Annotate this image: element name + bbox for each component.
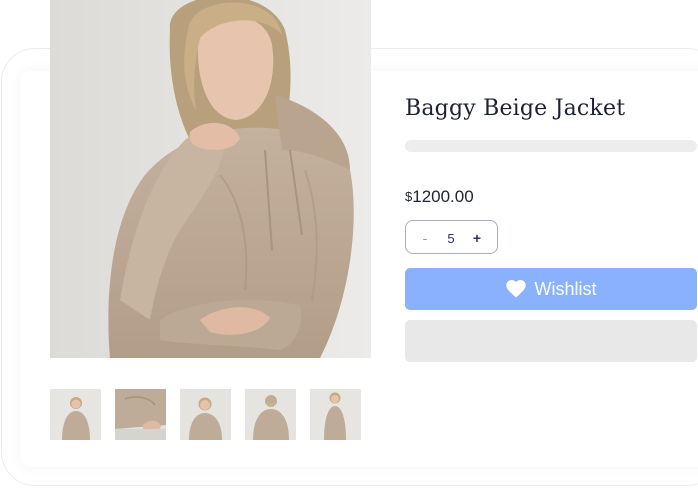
wishlist-button[interactable]: Wishlist bbox=[405, 268, 697, 310]
product-title: Baggy Beige Jacket bbox=[405, 96, 626, 121]
heart-icon bbox=[505, 280, 526, 298]
product-price: $1200.00 bbox=[405, 187, 474, 207]
thumbnail-2[interactable] bbox=[115, 389, 166, 440]
wishlist-label: Wishlist bbox=[534, 278, 597, 299]
thumbnail-3[interactable] bbox=[180, 389, 231, 440]
thumbnail-5[interactable] bbox=[310, 389, 361, 440]
product-hero-image bbox=[50, 0, 371, 358]
quantity-stepper: - + bbox=[405, 220, 498, 254]
quantity-decrement-button[interactable]: - bbox=[413, 227, 437, 249]
quantity-increment-button[interactable]: + bbox=[465, 227, 489, 249]
thumbnail-4[interactable] bbox=[245, 389, 296, 440]
thumbnail-1[interactable] bbox=[50, 389, 101, 440]
price-amount: 1200.00 bbox=[412, 187, 474, 206]
loading-placeholder-button bbox=[405, 320, 697, 362]
loading-placeholder-bar bbox=[405, 140, 697, 152]
quantity-input[interactable] bbox=[436, 227, 466, 249]
